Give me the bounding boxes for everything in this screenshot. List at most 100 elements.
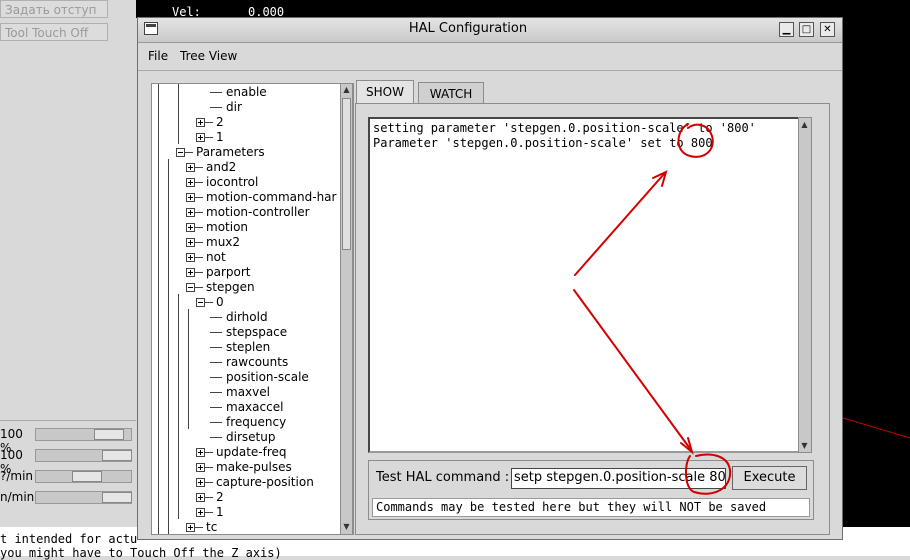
tree-connector [205, 512, 213, 513]
tree-connector [205, 482, 213, 483]
tree-connector [205, 137, 213, 138]
tree-node[interactable]: maxaccel [226, 400, 283, 414]
feed-override-slider[interactable] [35, 428, 132, 441]
expand-icon[interactable] [186, 253, 195, 262]
tree-node[interactable]: 2 [216, 115, 224, 129]
tree-node[interactable]: tc [206, 520, 217, 534]
output-scrollbar[interactable]: ▲ ▼ [798, 117, 812, 453]
maximize-button[interactable]: □ [799, 22, 814, 37]
expand-icon[interactable] [196, 478, 205, 487]
preview-canvas [842, 18, 910, 527]
slider-knob[interactable] [102, 450, 132, 461]
expand-icon[interactable] [186, 238, 195, 247]
tree-node[interactable]: not [206, 250, 226, 264]
tree-node[interactable]: rawcounts [226, 355, 288, 369]
expand-icon[interactable] [196, 118, 205, 127]
tree-node[interactable]: iocontrol [206, 175, 258, 189]
window-title: HAL Configuration [408, 21, 528, 36]
jog-speed-slider[interactable] [35, 470, 132, 483]
slider-knob[interactable] [94, 429, 124, 440]
jog-speed-label: ?/min [0, 469, 34, 483]
tab-watch[interactable]: WATCH [418, 82, 484, 104]
tree-node[interactable]: mux2 [206, 235, 240, 249]
tree-connector [210, 422, 222, 423]
menu-tree-view[interactable]: Tree View [180, 49, 237, 63]
collapse-icon[interactable] [196, 298, 205, 307]
set-offset-button[interactable]: Задать отступ [0, 0, 108, 18]
expand-icon[interactable] [196, 493, 205, 502]
spindle-override-slider[interactable] [35, 449, 132, 462]
hal-tree[interactable]: enable dir 2 1 Parameters and2 iocontrol motion… [151, 83, 354, 535]
tree-node[interactable]: motion-command-har [206, 190, 336, 204]
tree-connector [195, 197, 203, 198]
menu-file[interactable]: File [148, 49, 168, 63]
tree-node[interactable]: make-pulses [216, 460, 292, 474]
execute-button[interactable]: Execute [732, 466, 807, 490]
tree-guide-line [188, 309, 189, 429]
expand-icon[interactable] [186, 163, 195, 172]
slider-knob[interactable] [72, 471, 102, 482]
tree-node[interactable]: frequency [226, 415, 286, 429]
tree-node[interactable]: dir [226, 100, 242, 114]
tree-node[interactable]: 1 [216, 130, 224, 144]
tree-node[interactable]: motion [206, 220, 248, 234]
tree-node[interactable]: position-scale [226, 370, 309, 384]
expand-icon[interactable] [186, 223, 195, 232]
tree-node[interactable]: motion-controller [206, 205, 310, 219]
hal-command-input[interactable]: setp stepgen.0.position-scale 800 [511, 468, 726, 489]
show-output[interactable]: setting parameter 'stepgen.0.position-sc… [368, 117, 812, 453]
message-line: you might have to Touch Off the Z axis) [0, 546, 282, 560]
message-line: t intended for actu [0, 532, 138, 546]
collapse-icon[interactable] [176, 148, 185, 157]
tree-node[interactable]: capture-position [216, 475, 314, 489]
expand-icon[interactable] [186, 208, 195, 217]
tree-node[interactable]: parport [206, 265, 251, 279]
tree-connector [195, 527, 203, 528]
expand-icon[interactable] [196, 448, 205, 457]
expand-icon[interactable] [186, 268, 195, 277]
tree-node[interactable]: Parameters [196, 145, 265, 159]
hal-configuration-window: HAL Configuration ▁ □ ✕ File Tree View e… [137, 17, 843, 540]
tree-node[interactable]: stepgen [206, 280, 255, 294]
tree-node[interactable]: enable [226, 85, 267, 99]
close-button[interactable]: ✕ [820, 22, 835, 37]
tree-connector [210, 362, 222, 363]
tree-scrollbar[interactable]: ▲ ▼ [340, 83, 353, 535]
slider-knob[interactable] [102, 492, 132, 503]
tree-node[interactable]: 1 [216, 505, 224, 519]
expand-icon[interactable] [196, 508, 205, 517]
tab-show[interactable]: SHOW [356, 80, 414, 104]
tree-node[interactable]: dirsetup [226, 430, 275, 444]
minimize-button[interactable]: ▁ [779, 22, 794, 37]
scroll-up-icon[interactable]: ▲ [799, 119, 810, 130]
scroll-down-icon[interactable]: ▼ [341, 521, 352, 532]
tree-node[interactable]: steplen [226, 340, 270, 354]
expand-icon[interactable] [196, 133, 205, 142]
tree-connector [195, 287, 203, 288]
tree-node[interactable]: 2 [216, 490, 224, 504]
tree-node[interactable]: maxvel [226, 385, 270, 399]
tree-connector [195, 182, 203, 183]
tree-connector [210, 107, 222, 108]
test-hal-command-label: Test HAL command : [376, 470, 510, 485]
expand-icon[interactable] [186, 523, 195, 532]
scroll-up-icon[interactable]: ▲ [341, 84, 352, 95]
tool-touch-off-button[interactable]: Tool Touch Off [0, 23, 108, 41]
tree-node[interactable]: update-freq [216, 445, 287, 459]
tree-node[interactable]: and2 [206, 160, 236, 174]
tree-connector [205, 122, 213, 123]
expand-icon[interactable] [186, 193, 195, 202]
max-velocity-slider[interactable] [35, 491, 132, 504]
collapse-icon[interactable] [186, 283, 195, 292]
tree-connector [195, 242, 203, 243]
tree-connector [205, 302, 213, 303]
tree-node[interactable]: stepspace [226, 325, 287, 339]
expand-icon[interactable] [186, 178, 195, 187]
tree-node[interactable]: dirhold [226, 310, 268, 324]
tree-guide-line [158, 84, 159, 534]
title-bar[interactable]: HAL Configuration ▁ □ ✕ [138, 18, 842, 43]
tree-scroll-thumb[interactable] [342, 98, 351, 250]
expand-icon[interactable] [196, 463, 205, 472]
tree-node[interactable]: 0 [216, 295, 224, 309]
scroll-down-icon[interactable]: ▼ [799, 440, 810, 451]
